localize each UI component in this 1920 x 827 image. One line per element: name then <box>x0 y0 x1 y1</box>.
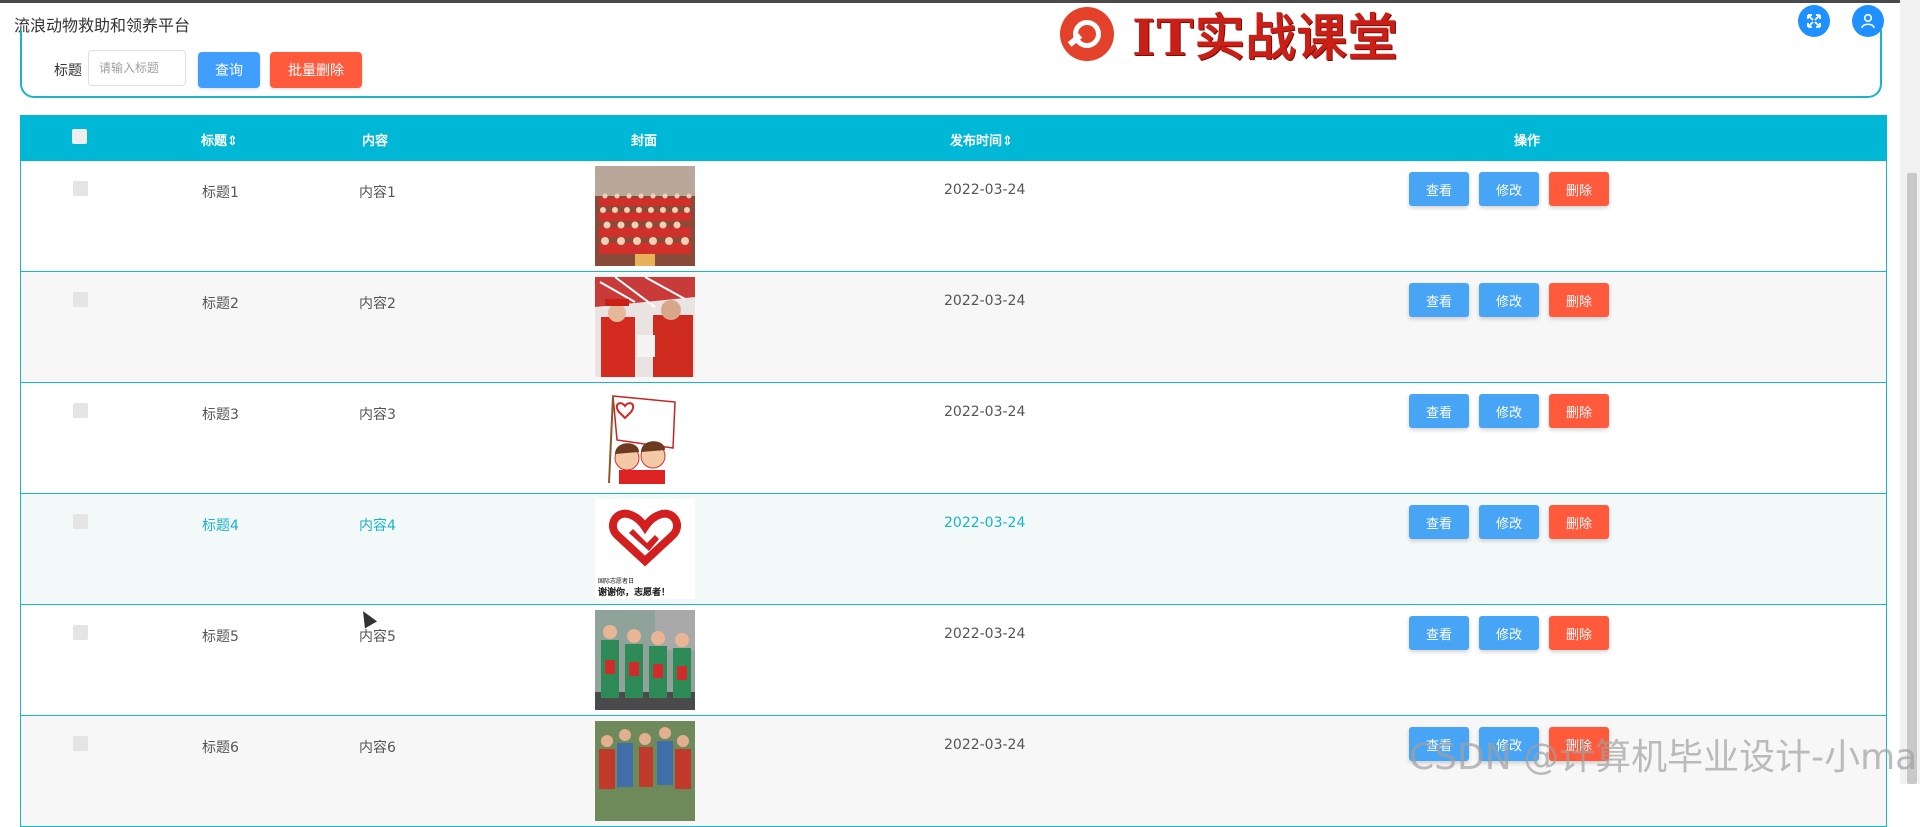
row-checkbox[interactable] <box>73 736 88 751</box>
cell-publish-time: 2022-03-24 <box>944 515 1026 531</box>
cell-content: 内容2 <box>359 296 396 312</box>
row-actions: 查看 修改 删除 <box>1409 505 1609 539</box>
view-button[interactable]: 查看 <box>1409 616 1469 650</box>
poster-large-text: 谢谢你，志愿者！ <box>598 586 670 598</box>
table-row: 标题5 内容5 2022-03-24 查看 修改 删除 <box>20 605 1887 716</box>
cell-content: 内容5 <box>359 629 396 645</box>
view-button[interactable]: 查看 <box>1409 505 1469 539</box>
cover-image <box>595 277 695 377</box>
edit-button[interactable]: 修改 <box>1479 616 1539 650</box>
delete-button[interactable]: 删除 <box>1549 283 1609 317</box>
delete-button[interactable]: 删除 <box>1549 505 1609 539</box>
row-actions: 查看 修改 删除 <box>1409 172 1609 206</box>
table-row: 标题1 内容1 2022-03-24 查看 修改 删除 <box>20 161 1887 272</box>
table-row: 标题2 内容2 2022-03-24 查看 修改 删除 <box>20 272 1887 383</box>
row-actions: 查看 修改 删除 <box>1409 283 1609 317</box>
cell-publish-time: 2022-03-24 <box>944 182 1026 198</box>
table-row: 标题4 内容4 国际志愿者日 谢谢你，志愿者！ 2022-03-24 查看 修改… <box>20 494 1887 605</box>
row-checkbox[interactable] <box>73 403 88 418</box>
query-button[interactable]: 查询 <box>198 52 260 88</box>
cover-image <box>595 721 695 821</box>
cell-publish-time: 2022-03-24 <box>944 293 1026 309</box>
view-button[interactable]: 查看 <box>1409 394 1469 428</box>
row-checkbox[interactable] <box>73 292 88 307</box>
watermark-text: CSDN @计算机毕业设计-小ma <box>1409 737 1918 778</box>
edit-button[interactable]: 修改 <box>1479 172 1539 206</box>
header-cover: 封面 <box>631 134 658 149</box>
poster-small-text: 国际志愿者日 <box>598 577 634 585</box>
cell-title: 标题4 <box>202 518 239 534</box>
cell-content: 内容3 <box>359 407 396 423</box>
select-all-checkbox[interactable] <box>72 129 87 144</box>
header-title[interactable]: 标题⇕ <box>201 130 238 149</box>
cell-content: 内容4 <box>359 518 396 534</box>
header-content: 内容 <box>362 134 389 149</box>
delete-button[interactable]: 删除 <box>1549 616 1609 650</box>
search-input[interactable] <box>88 50 186 86</box>
delete-button[interactable]: 删除 <box>1549 394 1609 428</box>
table-header: 标题⇕ 内容 封面 发布时间⇕ 操作 <box>20 115 1887 161</box>
search-label: 标题 <box>54 63 82 79</box>
view-button[interactable]: 查看 <box>1409 283 1469 317</box>
edit-button[interactable]: 修改 <box>1479 505 1539 539</box>
cell-title: 标题3 <box>202 407 239 423</box>
row-checkbox[interactable] <box>73 625 88 640</box>
data-table: 标题⇕ 内容 封面 发布时间⇕ 操作 标题1 内容1 2022-03-24 查看… <box>20 115 1887 827</box>
batch-delete-button[interactable]: 批量删除 <box>270 52 362 88</box>
cell-publish-time: 2022-03-24 <box>944 404 1026 420</box>
header-publish-time[interactable]: 发布时间⇕ <box>950 130 1013 149</box>
header-actions: 操作 <box>1514 134 1541 149</box>
cover-image: 国际志愿者日 谢谢你，志愿者！ <box>595 499 695 599</box>
cell-title: 标题6 <box>202 740 239 756</box>
cell-title: 标题2 <box>202 296 239 312</box>
cell-title: 标题5 <box>202 629 239 645</box>
cell-publish-time: 2022-03-24 <box>944 737 1026 753</box>
cell-publish-time: 2022-03-24 <box>944 626 1026 642</box>
cover-image <box>595 166 695 266</box>
row-checkbox[interactable] <box>73 181 88 196</box>
edit-button[interactable]: 修改 <box>1479 394 1539 428</box>
row-actions: 查看 修改 删除 <box>1409 616 1609 650</box>
table-row: 标题3 内容3 2022-03-24 查看 修改 删除 <box>20 383 1887 494</box>
cell-title: 标题1 <box>202 185 239 201</box>
cell-content: 内容6 <box>359 740 396 756</box>
cover-image <box>595 610 695 710</box>
row-checkbox[interactable] <box>73 514 88 529</box>
row-actions: 查看 修改 删除 <box>1409 394 1609 428</box>
delete-button[interactable]: 删除 <box>1549 172 1609 206</box>
cover-image <box>595 388 695 488</box>
view-button[interactable]: 查看 <box>1409 172 1469 206</box>
cell-content: 内容1 <box>359 185 396 201</box>
edit-button[interactable]: 修改 <box>1479 283 1539 317</box>
scrollbar-thumb[interactable] <box>1907 173 1917 784</box>
